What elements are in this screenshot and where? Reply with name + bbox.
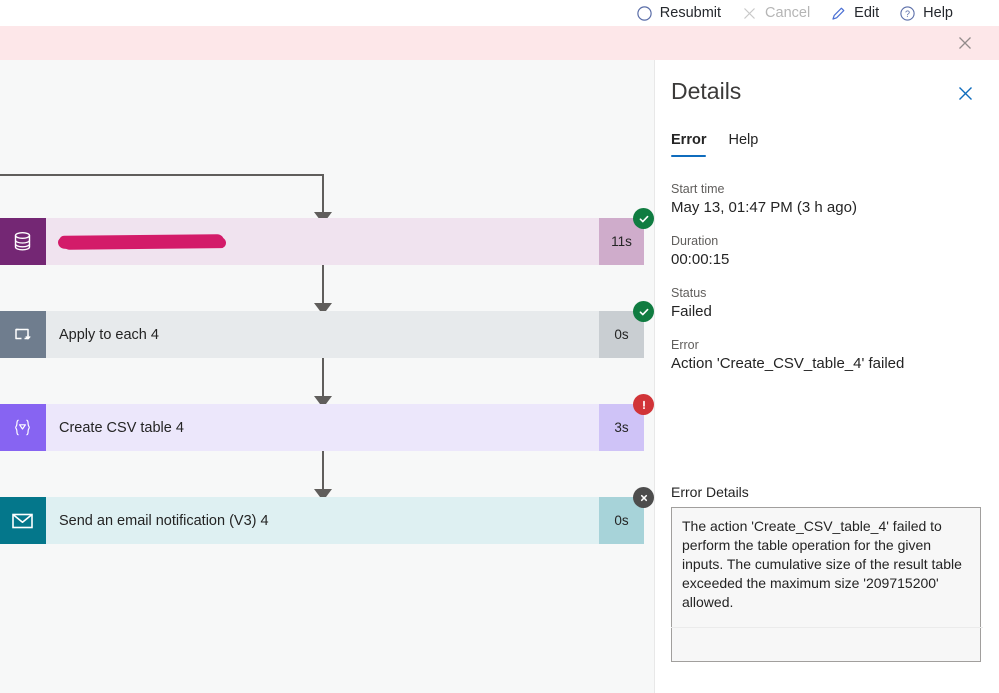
connector-horizontal [0, 174, 324, 176]
field-status: Status Failed [671, 286, 983, 320]
error-details-textarea[interactable]: The action 'Create_CSV_table_4' failed t… [671, 507, 981, 662]
error-details-label: Error Details [671, 484, 749, 500]
status-badge-skipped [633, 487, 654, 508]
details-title: Details [671, 78, 742, 104]
field-start-time-value: May 13, 01:47 PM (3 h ago) [671, 199, 857, 216]
field-duration: Duration 00:00:15 [671, 234, 983, 268]
details-section-divider [671, 627, 983, 628]
flow-card-1[interactable]: 11s [0, 208, 654, 265]
flow-card-4-title: Send an email notification (V3) 4 [46, 497, 599, 544]
flow-card-4[interactable]: Send an email notification (V3) 4 0s [0, 487, 654, 544]
details-close-icon[interactable] [956, 84, 975, 103]
loop-repeat-icon [0, 311, 46, 358]
envelope-icon [0, 497, 46, 544]
resubmit-label: Resubmit [659, 5, 722, 21]
help-circle-icon: ? [899, 5, 916, 22]
tab-error[interactable]: Error [671, 132, 707, 157]
csv-table-icon [0, 404, 46, 451]
field-error-value: Action 'Create_CSV_table_4' failed [671, 355, 905, 372]
resubmit-icon [636, 5, 653, 22]
details-pane: Details Error Help Start time May 13, 01… [655, 60, 999, 693]
field-start-time: Start time May 13, 01:47 PM (3 h ago) [671, 182, 983, 216]
help-label: Help [923, 5, 953, 21]
error-details-block: Error Details The action 'Create_CSV_tab… [671, 484, 983, 667]
details-fields: Start time May 13, 01:47 PM (3 h ago) Du… [671, 182, 983, 390]
edit-pencil-icon [830, 5, 847, 22]
flow-card-3-label: Create CSV table 4 [59, 419, 184, 436]
field-start-time-label: Start time [671, 182, 725, 196]
connector-vertical-4 [322, 451, 324, 491]
cancel-label: Cancel [765, 5, 811, 21]
field-status-label: Status [671, 286, 707, 300]
cancel-icon [741, 5, 758, 22]
edit-label: Edit [854, 5, 880, 21]
resubmit-button[interactable]: Resubmit [626, 0, 731, 26]
flow-card-2[interactable]: Apply to each 4 0s [0, 301, 654, 358]
flow-card-4-label: Send an email notification (V3) 4 [59, 512, 269, 529]
alert-close-icon[interactable] [955, 33, 975, 53]
status-badge-failed [633, 394, 654, 415]
edit-button[interactable]: Edit [820, 0, 889, 26]
tab-help[interactable]: Help [728, 132, 758, 157]
cancel-button[interactable]: Cancel [731, 0, 820, 26]
details-tabs: Error Help [671, 132, 758, 157]
connector-vertical-1 [322, 174, 324, 214]
svg-text:?: ? [905, 9, 910, 19]
flow-card-2-label: Apply to each 4 [59, 326, 159, 343]
flow-card-3[interactable]: Create CSV table 4 3s [0, 394, 654, 451]
help-button[interactable]: ? Help [889, 0, 999, 26]
command-bar: Resubmit Cancel Edit ? Help [0, 0, 999, 26]
flow-card-2-title: Apply to each 4 [46, 311, 599, 358]
connector-vertical-2 [322, 265, 324, 305]
redacted-title [58, 234, 225, 249]
field-duration-label: Duration [671, 234, 719, 248]
flow-run-canvas: 11s Apply to each 4 0s Create CSV table … [0, 60, 655, 693]
status-badge-succeeded [633, 301, 654, 322]
status-badge-succeeded [633, 208, 654, 229]
field-error-label: Error [671, 338, 699, 352]
field-status-value: Failed [671, 303, 712, 320]
field-duration-value: 00:00:15 [671, 251, 730, 268]
flow-card-3-title: Create CSV table 4 [46, 404, 599, 451]
flow-card-1-title [46, 218, 599, 265]
connector-vertical-3 [322, 358, 324, 398]
database-icon [0, 218, 46, 265]
alert-banner [0, 26, 999, 60]
field-error: Error Action 'Create_CSV_table_4' failed [671, 338, 983, 372]
